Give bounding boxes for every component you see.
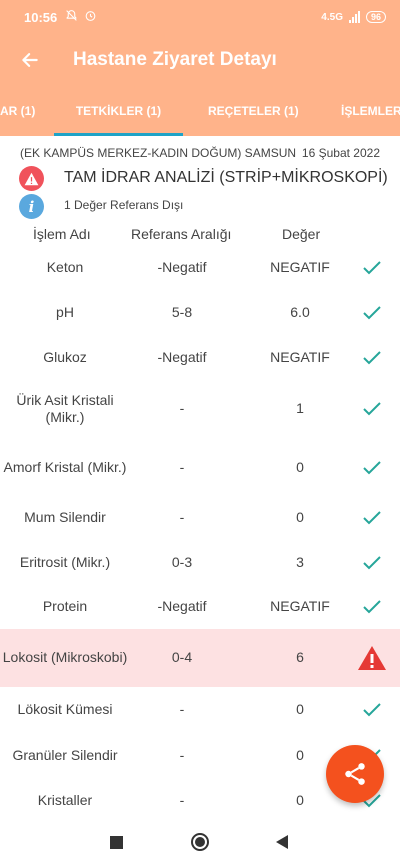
tab-tetkikler[interactable]: TETKİKLER (1) xyxy=(54,86,183,136)
row-value: 0 xyxy=(296,508,304,525)
triangle-back-icon xyxy=(276,835,288,849)
arrow-left-icon xyxy=(22,53,38,67)
check-icon xyxy=(352,378,392,440)
row-value: 0 xyxy=(296,458,304,475)
row-range: - xyxy=(179,746,185,763)
hospital-name: (EK KAMPÜS MERKEZ-KADIN DOĞUM) SAMSUN xyxy=(20,146,297,160)
row-value: 6.0 xyxy=(290,303,310,320)
system-nav-bar xyxy=(0,818,400,866)
info-icon: i xyxy=(19,194,44,219)
table-row[interactable]: Protein -Negatif NEGATIF xyxy=(0,585,400,629)
table-row[interactable]: Keton -Negatif NEGATIF xyxy=(0,248,400,288)
table-row[interactable]: Ürik Asit Kristali (Mikr.) - 1 xyxy=(0,378,400,440)
row-name: Glukoz xyxy=(43,348,87,365)
status-time: 10:56 xyxy=(24,9,58,25)
check-icon xyxy=(352,248,392,288)
row-value: 1 xyxy=(296,400,304,417)
row-name: Eritrosit (Mikr.) xyxy=(19,553,111,570)
row-range: - xyxy=(179,791,185,808)
row-value: 3 xyxy=(296,553,304,570)
row-name: pH xyxy=(56,303,74,320)
row-name: Lokosit (Mikroskobi) xyxy=(2,649,128,666)
row-value: 0 xyxy=(296,701,304,718)
back-button[interactable] xyxy=(18,48,42,72)
check-icon xyxy=(352,337,392,378)
share-icon xyxy=(345,763,365,785)
row-value: 6 xyxy=(296,649,304,666)
home-button[interactable] xyxy=(190,832,210,852)
visit-date: 16 Şubat 2022 xyxy=(301,146,380,160)
battery-indicator: 96 xyxy=(365,11,386,23)
row-name: Mum Silendir xyxy=(24,508,106,525)
check-icon xyxy=(352,288,392,337)
warning-icon xyxy=(19,166,44,191)
row-name: Protein xyxy=(42,598,88,615)
check-icon xyxy=(352,687,392,733)
check-icon xyxy=(352,540,392,585)
square-icon xyxy=(109,835,123,849)
circle-icon xyxy=(191,833,209,851)
app-bar: Hastane Ziyaret Detayı xyxy=(0,34,400,86)
signal-icon xyxy=(348,11,360,23)
row-range: - xyxy=(179,701,185,718)
row-range: -Negatif xyxy=(157,598,207,615)
row-name: Keton xyxy=(46,259,84,276)
table-row[interactable]: Amorf Kristal (Mikr.) - 0 xyxy=(0,440,400,495)
row-name: Kristaller xyxy=(37,791,93,808)
page-title: Hastane Ziyaret Detayı xyxy=(73,49,277,70)
check-icon xyxy=(352,495,392,540)
row-range: 5-8 xyxy=(171,303,193,320)
alarm-icon xyxy=(84,9,97,25)
back-nav-button[interactable] xyxy=(272,832,292,852)
header-value: Değer xyxy=(282,226,321,242)
table-row[interactable]: Lökosit Kümesi - 0 xyxy=(0,687,400,733)
status-right: 4.5G 96 xyxy=(321,11,386,23)
header-name: İşlem Adı xyxy=(33,226,91,242)
network-label: 4.5G xyxy=(321,11,343,23)
row-value: NEGATIF xyxy=(270,348,330,365)
row-range: 0-4 xyxy=(171,649,193,666)
table-row[interactable]: Mum Silendir - 0 xyxy=(0,495,400,540)
info-text: 1 Değer Referans Dışı xyxy=(64,198,184,212)
row-range: - xyxy=(179,400,185,417)
row-value: NEGATIF xyxy=(270,598,330,615)
status-bar: 10:56 4.5G 96 xyxy=(0,0,400,34)
tab-islemler[interactable]: İŞLEMLER xyxy=(341,86,400,136)
recents-button[interactable] xyxy=(106,832,126,852)
mute-icon xyxy=(65,9,78,25)
header-range: Referans Aralığı xyxy=(131,226,232,242)
table-header: İşlem Adı Referans Aralığı Değer xyxy=(0,222,400,248)
tab-bar: AR (1) TETKİKLER (1) REÇETELER (1) İŞLEM… xyxy=(0,86,400,136)
table-row[interactable]: pH 5-8 6.0 xyxy=(0,288,400,337)
app-header: 10:56 4.5G 96 Hastane Ziyaret Detayı AR … xyxy=(0,0,400,136)
row-name: Ürik Asit Kristali (Mikr.) xyxy=(16,391,114,426)
tab-receteler[interactable]: REÇETELER (1) xyxy=(208,86,299,136)
row-value: NEGATIF xyxy=(270,259,330,276)
check-icon xyxy=(352,440,392,495)
row-name: Granüler Silendir xyxy=(12,746,118,763)
row-range: - xyxy=(179,458,185,475)
row-range: - xyxy=(179,508,185,525)
visit-summary: (EK KAMPÜS MERKEZ-KADIN DOĞUM) SAMSUN 16… xyxy=(0,136,400,222)
row-name: Amorf Kristal (Mikr.) xyxy=(3,458,127,475)
row-name: Lökosit Kümesi xyxy=(17,701,113,718)
row-range: 0-3 xyxy=(171,553,193,570)
warning-triangle-icon xyxy=(352,629,392,687)
table-row[interactable]: Glukoz -Negatif NEGATIF xyxy=(0,337,400,378)
test-name: TAM İDRAR ANALİZİ (STRİP+MİKROSKOPİ) xyxy=(64,169,388,186)
row-range: -Negatif xyxy=(157,259,207,276)
table-row-abnormal[interactable]: Lokosit (Mikroskobi) 0-4 6 xyxy=(0,629,400,687)
table-row[interactable]: Eritrosit (Mikr.) 0-3 3 xyxy=(0,540,400,585)
check-icon xyxy=(352,585,392,629)
share-button[interactable] xyxy=(326,745,384,803)
row-range: -Negatif xyxy=(157,348,207,365)
tab-partial-left[interactable]: AR (1) xyxy=(0,86,35,136)
